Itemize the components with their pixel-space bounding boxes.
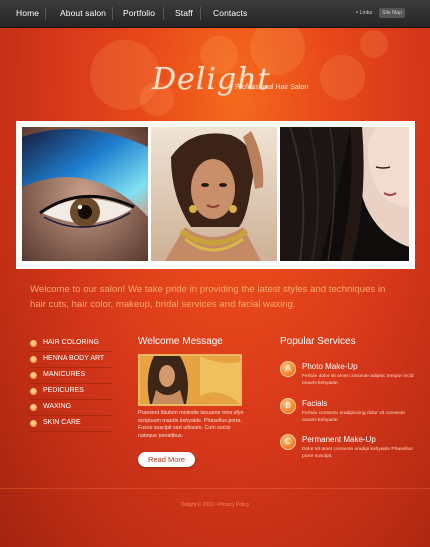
- bokeh-decoration: [320, 55, 365, 100]
- intro-text: Welcome to our salon! We take pride in p…: [30, 284, 386, 310]
- nav-divider: [163, 7, 164, 20]
- service-label: WAXING: [43, 403, 72, 410]
- service-label: PEDICURES: [43, 387, 84, 394]
- popular-item-name[interactable]: Permanent Make-Up: [302, 435, 376, 444]
- logo-tagline: Professional Hair Salon: [235, 84, 309, 91]
- welcome-title: Welcome Message: [138, 336, 223, 347]
- service-item-pedicures[interactable]: PEDICURES: [30, 384, 112, 400]
- badge-c: C: [280, 434, 296, 450]
- nav-links-label[interactable]: • Links: [356, 10, 372, 16]
- top-nav: Home About salon Portfolio Staff Contact…: [0, 0, 430, 28]
- photo-eye-makeup: [22, 127, 148, 261]
- badge-b: B: [280, 398, 296, 414]
- page: Home About salon Portfolio Staff Contact…: [0, 0, 430, 547]
- popular-item-desc: Fertuie consectu eradipiscing dolor sit …: [302, 411, 406, 423]
- bullet-icon: [30, 372, 37, 379]
- bokeh-decoration: [360, 30, 388, 58]
- bullet-icon: [30, 388, 37, 395]
- bullet-icon: [30, 404, 37, 411]
- logo[interactable]: Delight: [152, 62, 271, 97]
- photo-long-hair-model: [280, 127, 409, 261]
- popular-services-title: Popular Services: [280, 336, 356, 347]
- popular-item-name[interactable]: Photo Make-Up: [302, 362, 358, 371]
- welcome-photo: [138, 354, 242, 406]
- nav-divider: [45, 7, 46, 20]
- service-item-hair-coloring[interactable]: HAIR COLORING: [30, 336, 112, 352]
- service-item-waxing[interactable]: WAXING: [30, 400, 112, 416]
- sitemap-button[interactable]: Site Map: [379, 8, 405, 18]
- photo-jewelry-model: [151, 127, 277, 261]
- nav-contacts[interactable]: Contacts: [213, 8, 247, 18]
- badge-a: A: [280, 361, 296, 377]
- nav-home[interactable]: Home: [16, 8, 39, 18]
- service-label: HENNA BODY ART: [43, 355, 105, 362]
- service-label: MANICURES: [43, 371, 86, 378]
- bullet-icon: [30, 356, 37, 363]
- popular-item-name[interactable]: Facials: [302, 399, 327, 408]
- services-list: HAIR COLORING HENNA BODY ART MANICURES P…: [30, 336, 112, 432]
- nav-about-salon[interactable]: About salon: [60, 8, 106, 18]
- read-more-button[interactable]: Read More: [138, 452, 195, 467]
- nav-portfolio[interactable]: Portfolio: [123, 8, 155, 18]
- footer-copyright[interactable]: Delight © 2012 • Privacy Policy: [0, 502, 430, 508]
- bullet-icon: [30, 340, 37, 347]
- photo-gallery: [16, 121, 415, 269]
- footer-divider: [0, 488, 430, 489]
- service-item-manicures[interactable]: MANICURES: [30, 368, 112, 384]
- bullet-icon: [30, 420, 37, 427]
- service-item-skin-care[interactable]: SKIN CARE: [30, 416, 112, 432]
- popular-item-desc: Dolor sit amet consecte eradipi kehyaide…: [302, 447, 413, 459]
- nav-divider: [200, 7, 201, 20]
- popular-item-desc: Fertuie dolor sit amet consecte adipisc …: [302, 374, 414, 386]
- nav-staff[interactable]: Staff: [175, 8, 193, 18]
- service-label: SKIN CARE: [43, 419, 81, 426]
- service-item-henna-body-art[interactable]: HENNA BODY ART: [30, 352, 112, 368]
- welcome-text: Praesent tibulum molestie lacuame mira s…: [138, 410, 244, 439]
- nav-divider: [112, 7, 113, 20]
- service-label: HAIR COLORING: [43, 339, 100, 346]
